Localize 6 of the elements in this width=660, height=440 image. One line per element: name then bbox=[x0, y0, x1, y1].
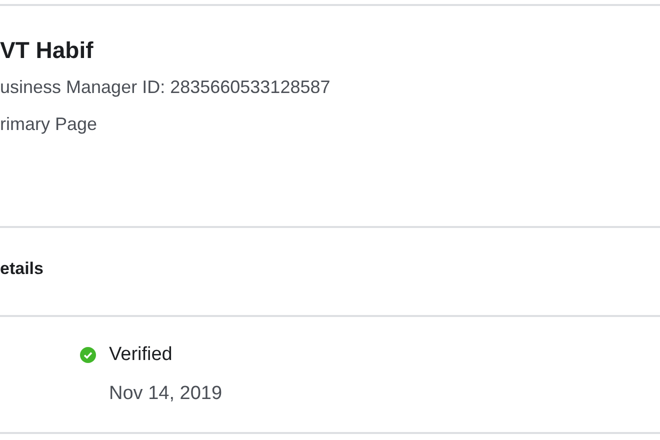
page-title: VT Habif bbox=[0, 36, 94, 64]
section-heading: etails bbox=[0, 259, 44, 278]
page-info-text: rimary Page bbox=[0, 113, 98, 135]
page-info-text: usiness Manager ID: 2835660533128587 bbox=[0, 76, 332, 98]
status-text: Verified bbox=[109, 344, 172, 366]
date-text: Nov 14, 2019 bbox=[109, 383, 222, 405]
